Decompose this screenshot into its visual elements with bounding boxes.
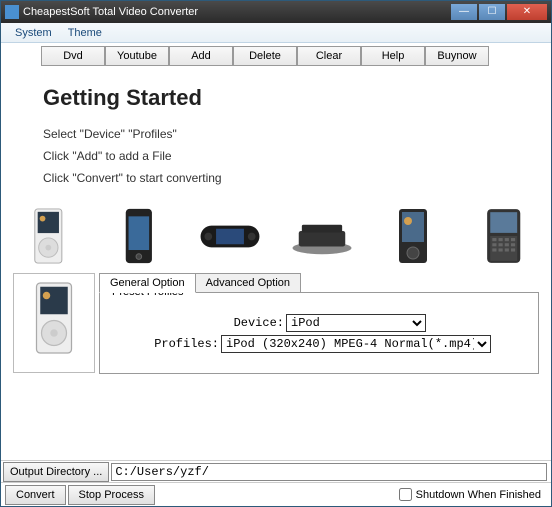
lower-panel: General Option Advanced Option Preset Pr… bbox=[13, 273, 539, 374]
stop-process-button[interactable]: Stop Process bbox=[68, 485, 155, 505]
options-panel: General Option Advanced Option Preset Pr… bbox=[99, 273, 539, 374]
device-select[interactable]: iPod bbox=[286, 314, 426, 332]
menubar: System Theme bbox=[1, 23, 551, 43]
shutdown-checkbox-label[interactable]: Shutdown When Finished bbox=[399, 488, 541, 501]
output-directory-button[interactable]: Output Directory ... bbox=[3, 462, 109, 482]
minimize-button[interactable]: — bbox=[451, 4, 477, 20]
tab-general-option[interactable]: General Option bbox=[99, 273, 196, 293]
profiles-select[interactable]: iPod (320x240) MPEG-4 Normal(*.mp4) bbox=[221, 335, 491, 353]
app-window: CheapestSoft Total Video Converter — ☐ ✕… bbox=[0, 0, 552, 507]
page-title: Getting Started bbox=[43, 85, 539, 111]
device-gallery bbox=[13, 193, 539, 271]
shutdown-label-text: Shutdown When Finished bbox=[416, 489, 541, 501]
toolbar-delete-button[interactable]: Delete bbox=[233, 46, 297, 66]
instruction-3: Click "Convert" to start converting bbox=[43, 171, 539, 185]
output-directory-input[interactable] bbox=[111, 463, 547, 481]
window-controls: — ☐ ✕ bbox=[451, 4, 547, 20]
toolbar-clear-button[interactable]: Clear bbox=[297, 46, 361, 66]
device-ipod-classic[interactable] bbox=[17, 207, 79, 265]
window-title: CheapestSoft Total Video Converter bbox=[23, 6, 451, 18]
device-blackberry[interactable] bbox=[473, 207, 535, 265]
device-label: Device: bbox=[212, 316, 284, 330]
preset-profiles-group: Preset Profiles Device: iPod Profiles: i… bbox=[99, 292, 539, 374]
toolbar-dvd-button[interactable]: Dvd bbox=[41, 46, 105, 66]
app-icon bbox=[5, 5, 19, 19]
device-iphone[interactable] bbox=[108, 207, 170, 265]
shutdown-checkbox[interactable] bbox=[399, 488, 412, 501]
profiles-label: Profiles: bbox=[147, 337, 219, 351]
selected-device-thumbnail bbox=[13, 273, 95, 373]
toolbar-help-button[interactable]: Help bbox=[361, 46, 425, 66]
titlebar[interactable]: CheapestSoft Total Video Converter — ☐ ✕ bbox=[1, 1, 551, 23]
output-directory-row: Output Directory ... bbox=[1, 460, 551, 482]
instruction-1: Select "Device" "Profiles" bbox=[43, 127, 539, 141]
convert-button[interactable]: Convert bbox=[5, 485, 66, 505]
getting-started: Getting Started Select "Device" "Profile… bbox=[13, 77, 539, 185]
toolbar: Dvd Youtube Add Delete Clear Help Buynow bbox=[1, 43, 551, 69]
option-tabs: General Option Advanced Option bbox=[99, 273, 539, 293]
bottom-section: Output Directory ... Convert Stop Proces… bbox=[1, 460, 551, 506]
device-psp[interactable] bbox=[199, 207, 261, 265]
device-zune[interactable] bbox=[382, 207, 444, 265]
toolbar-add-button[interactable]: Add bbox=[169, 46, 233, 66]
menu-system[interactable]: System bbox=[7, 25, 60, 41]
maximize-button[interactable]: ☐ bbox=[479, 4, 505, 20]
toolbar-youtube-button[interactable]: Youtube bbox=[105, 46, 169, 66]
close-button[interactable]: ✕ bbox=[507, 4, 547, 20]
instruction-2: Click "Add" to add a File bbox=[43, 149, 539, 163]
toolbar-buynow-button[interactable]: Buynow bbox=[425, 46, 489, 66]
tab-advanced-option[interactable]: Advanced Option bbox=[195, 273, 301, 293]
menu-theme[interactable]: Theme bbox=[60, 25, 110, 41]
action-row: Convert Stop Process Shutdown When Finis… bbox=[1, 482, 551, 506]
device-console[interactable] bbox=[291, 207, 353, 265]
content-area: Getting Started Select "Device" "Profile… bbox=[1, 69, 551, 460]
